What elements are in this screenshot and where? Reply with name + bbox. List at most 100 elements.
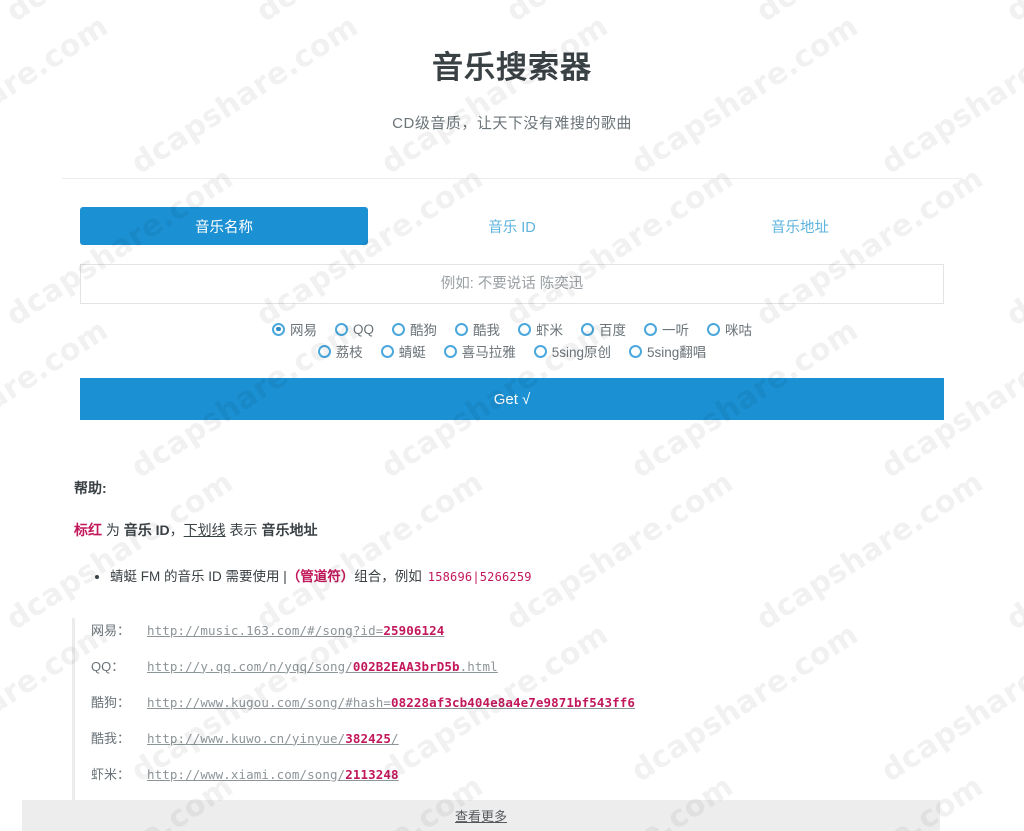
footer-bar: 查看更多 — [22, 800, 940, 831]
radio-icon — [629, 344, 642, 358]
help-legend-mid2: ， — [169, 522, 184, 538]
source-radio-label: 蜻蜓 — [398, 345, 426, 360]
tab-music-id-label: 音乐 ID — [488, 219, 536, 236]
radio-icon — [455, 322, 468, 336]
tab-music-url-label: 音乐地址 — [771, 219, 829, 236]
radio-icon — [707, 322, 720, 336]
source-radio-1-3[interactable]: 酷我 — [450, 319, 505, 339]
url-example-row: 网易： http://music.163.com/#/song?id=259061… — [91, 620, 952, 656]
help-legend-mid1: 为 — [102, 522, 124, 538]
url-prefix: http://www.xiami.com/song/ — [147, 766, 346, 782]
radio-icon — [581, 322, 594, 336]
source-radio-1-1[interactable]: QQ — [330, 322, 379, 337]
header-divider — [62, 178, 962, 179]
url-example-row: QQ： http://y.qq.com/n/yqq/song/002B2EAA3b… — [91, 656, 952, 692]
url-site-label: QQ： — [91, 658, 125, 674]
search-input[interactable] — [80, 264, 944, 304]
tab-music-id[interactable]: 音乐 ID — [368, 207, 656, 245]
source-radio-2-0[interactable]: 荔枝 — [313, 341, 368, 361]
search-field-wrapper — [80, 264, 944, 304]
source-radio-label: 酷狗 — [410, 323, 437, 338]
source-radio-label: 咪咕 — [725, 323, 752, 338]
url-id-part: 2113248 — [345, 766, 399, 782]
help-bullet-example: 158696|5266259 — [427, 570, 532, 584]
radio-icon — [533, 344, 547, 358]
url-site-label: 虾米： — [91, 766, 131, 782]
source-radio-2-4[interactable]: 5sing翻唱 — [624, 341, 711, 361]
url-example-row: 酷狗： http://www.kugou.com/song/#hash=08228… — [91, 692, 952, 728]
help-title: 帮助: — [74, 480, 107, 496]
radio-icon — [644, 322, 657, 336]
source-radio-label: 荔枝 — [335, 345, 363, 360]
help-bullet-paren: （管道符） — [286, 569, 355, 584]
url-id-part: 08228af3cb404e8a4e7e9871bf543ff6 — [391, 694, 636, 710]
url-example-block: 网易： http://music.163.com/#/song?id=259061… — [72, 617, 952, 804]
source-radio-group: 网易 QQ 酷狗 酷我 虾米 百度 一听 咪咕 荔枝 蜻蜓 喜马拉雅 5sing原创 5sing翻唱 — [80, 318, 944, 362]
source-radio-label: 一听 — [662, 323, 689, 338]
url-suffix: .html — [459, 658, 498, 674]
source-radio-1-0[interactable]: 网易 — [267, 319, 322, 339]
radio-icon — [334, 322, 348, 336]
help-bullet-list: 蜻蜓 FM 的音乐 ID 需要使用 |（管道符）组合，例如158696|5266… — [74, 540, 952, 588]
page-title: 音乐搜索器 — [432, 50, 592, 85]
radio-icon — [443, 344, 457, 358]
source-radio-label: 虾米 — [536, 323, 563, 338]
source-radio-1-7[interactable]: 咪咕 — [702, 319, 757, 339]
radio-icon — [392, 322, 405, 336]
source-radio-2-2[interactable]: 喜马拉雅 — [439, 341, 521, 361]
search-mode-tabs: 音乐名称 音乐 ID 音乐地址 — [80, 207, 944, 245]
page-content: 音乐搜索器 CD级音质，让天下没有难搜的歌曲 音乐名称 音乐 ID 音乐地址 网… — [0, 0, 1024, 804]
help-legend-mid3: 表示 — [225, 522, 262, 538]
tab-music-url[interactable]: 音乐地址 — [656, 207, 944, 245]
help-legend: 标红 为 音乐 ID，下划线 表示 音乐地址 — [74, 498, 952, 540]
source-radio-1-4[interactable]: 虾米 — [513, 319, 568, 339]
url-id-part: 25906124 — [383, 622, 445, 638]
radio-icon — [317, 344, 331, 358]
radio-icon — [271, 322, 285, 336]
get-button[interactable]: Get √ — [80, 378, 944, 420]
source-radio-label: 5sing翻唱 — [647, 345, 707, 360]
help-legend-bold2: 音乐地址 — [261, 522, 318, 538]
tab-music-name[interactable]: 音乐名称 — [80, 207, 368, 245]
url-example-row: 虾米： http://www.xiami.com/song/2113248 — [91, 764, 952, 800]
source-radio-2-3[interactable]: 5sing原创 — [529, 341, 616, 361]
source-radio-1-2[interactable]: 酷狗 — [387, 319, 442, 339]
help-bullet-text-after: 组合，例如 — [354, 569, 422, 584]
help-legend-red-word: 标红 — [74, 522, 102, 538]
url-site-label: 网易： — [91, 622, 131, 638]
source-radio-label: 酷我 — [473, 323, 500, 338]
help-bullet-text-before: 蜻蜓 FM 的音乐 ID 需要使用 — [110, 569, 284, 584]
url-id-part: 382425 — [345, 730, 392, 746]
url-id-part: 002B2EAA3brD5b — [352, 658, 460, 674]
help-legend-underline-word: 下划线 — [183, 522, 226, 538]
url-prefix: http://www.kuwo.cn/yinyue/ — [147, 730, 346, 746]
url-example-link[interactable]: http://y.qq.com/n/yqq/song/002B2EAA3brD5… — [147, 659, 498, 674]
help-bullet-item: 蜻蜓 FM 的音乐 ID 需要使用 |（管道符）组合，例如158696|5266… — [110, 566, 952, 588]
url-example-link[interactable]: http://music.163.com/#/song?id=25906124 — [147, 623, 444, 638]
source-radio-row-2: 荔枝 蜻蜓 喜马拉雅 5sing原创 5sing翻唱 — [80, 340, 944, 362]
page-subtitle: CD级音质，让天下没有难搜的歌曲 — [392, 115, 632, 132]
page-root: dcapshare.com dcapshare.com dcapshare.com d… — [0, 0, 1024, 831]
source-radio-label: 百度 — [599, 323, 626, 338]
source-radio-row-1: 网易 QQ 酷狗 酷我 虾米 百度 一听 咪咕 — [80, 318, 944, 340]
source-radio-1-6[interactable]: 一听 — [639, 319, 694, 339]
url-prefix: http://y.qq.com/n/yqq/song/ — [147, 658, 353, 674]
source-radio-2-1[interactable]: 蜻蜓 — [376, 341, 431, 361]
source-radio-label: 网易 — [289, 323, 317, 338]
view-more-link[interactable]: 查看更多 — [455, 806, 507, 825]
url-example-link[interactable]: http://www.kuwo.cn/yinyue/382425/ — [147, 731, 399, 746]
url-example-link[interactable]: http://www.xiami.com/song/2113248 — [147, 767, 399, 782]
url-prefix: http://www.kugou.com/song/#hash= — [147, 694, 392, 710]
url-site-label: 酷狗： — [91, 694, 131, 710]
url-example-row: 酷我： http://www.kuwo.cn/yinyue/382425/ — [91, 728, 952, 764]
source-radio-label: QQ — [352, 321, 374, 337]
source-radio-1-5[interactable]: 百度 — [576, 319, 631, 339]
url-site-label: 酷我： — [91, 730, 131, 746]
url-example-link[interactable]: http://www.kugou.com/song/#hash=08228af3… — [147, 695, 635, 710]
tab-music-name-label: 音乐名称 — [195, 219, 253, 236]
source-radio-label: 喜马拉雅 — [461, 345, 516, 360]
radio-icon — [518, 322, 531, 336]
help-section: 帮助: 标红 为 音乐 ID，下划线 表示 音乐地址 蜻蜓 FM 的音乐 ID … — [72, 420, 952, 588]
url-prefix: http://music.163.com/#/song?id= — [147, 622, 384, 638]
source-radio-label: 5sing原创 — [551, 345, 611, 360]
